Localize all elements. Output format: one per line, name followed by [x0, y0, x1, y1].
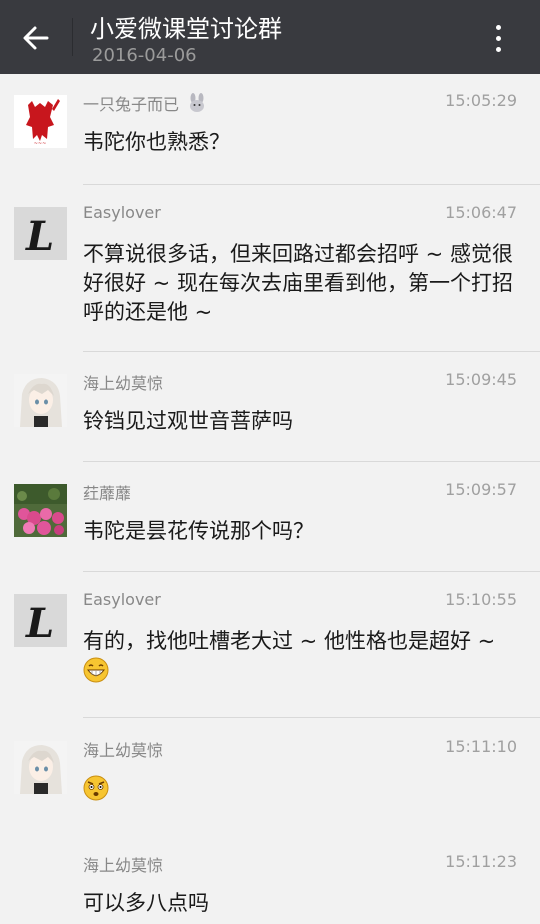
back-arrow-icon: [23, 26, 49, 50]
message-text: 韦陀是昙花传说那个吗？: [83, 519, 314, 543]
sender-name: 海上幼莫惊: [83, 856, 164, 875]
message-text: 铃铛见过观世音菩萨吗: [83, 409, 293, 433]
message-time: 15:09:45: [445, 370, 517, 389]
message-text: 有的，找他吐槽老大过 ~ 他性格也是超好 ~: [83, 627, 513, 685]
message-text: [83, 774, 513, 803]
message-time: 15:09:57: [445, 480, 517, 499]
more-menu-button[interactable]: [480, 18, 516, 58]
message-time: 15:11:23: [445, 852, 517, 871]
message-time: 15:11:10: [445, 737, 517, 756]
svg-text:~~~: ~~~: [34, 141, 47, 147]
top-bar: 小爱微课堂讨论群 2016-04-06: [0, 0, 540, 74]
sender-name: Easylover: [83, 590, 161, 609]
message-separator: [83, 184, 540, 185]
message-time: 15:05:29: [445, 91, 517, 110]
message-text: 韦陀你也熟悉？: [83, 130, 230, 154]
red-devil-avatar[interactable]: ~~~: [14, 95, 67, 148]
letter-l-avatar[interactable]: L: [14, 594, 67, 647]
group-title: 小爱微课堂讨论群: [90, 15, 282, 43]
message-separator: [83, 351, 540, 352]
sender-name: Easylover: [83, 203, 161, 222]
more-dot-icon: [495, 24, 501, 30]
more-dot-icon: [495, 35, 501, 41]
grin-emoji-icon: [83, 657, 109, 683]
message-list[interactable]: ~~~ 一只兔子而已 15:05:29 韦陀你也熟悉？ L Easylover …: [0, 74, 540, 924]
svg-text:L: L: [25, 600, 54, 647]
date-subtitle: 2016-04-06: [92, 45, 197, 66]
anime-girl-avatar[interactable]: [14, 374, 67, 427]
more-dot-icon: [495, 46, 501, 52]
sender-name: 荭蘼蘼: [83, 484, 132, 503]
message-time: 15:10:55: [445, 590, 517, 609]
sender-name: 海上幼莫惊: [83, 374, 164, 393]
surprised-emoji-icon: [83, 775, 109, 801]
message-separator: [83, 571, 540, 572]
letter-l-avatar[interactable]: L: [14, 207, 67, 260]
bunny-icon: [190, 93, 205, 112]
message-time: 15:06:47: [445, 203, 517, 222]
message-separator: [83, 461, 540, 462]
sender-name: 一只兔子而已: [83, 91, 208, 115]
flowers-avatar[interactable]: [14, 484, 67, 537]
message-separator: [83, 717, 540, 718]
svg-text:L: L: [25, 213, 54, 260]
message-text: 不算说很多话，但来回路过都会招呼 ~ 感觉很好很好 ~ 现在每次去庙里看到他，第…: [83, 242, 513, 324]
anime-girl-avatar[interactable]: [14, 741, 67, 794]
message-text: 可以多八点吗: [83, 891, 209, 915]
header-divider: [72, 18, 73, 56]
sender-name: 海上幼莫惊: [83, 741, 164, 760]
back-button[interactable]: [18, 20, 54, 56]
